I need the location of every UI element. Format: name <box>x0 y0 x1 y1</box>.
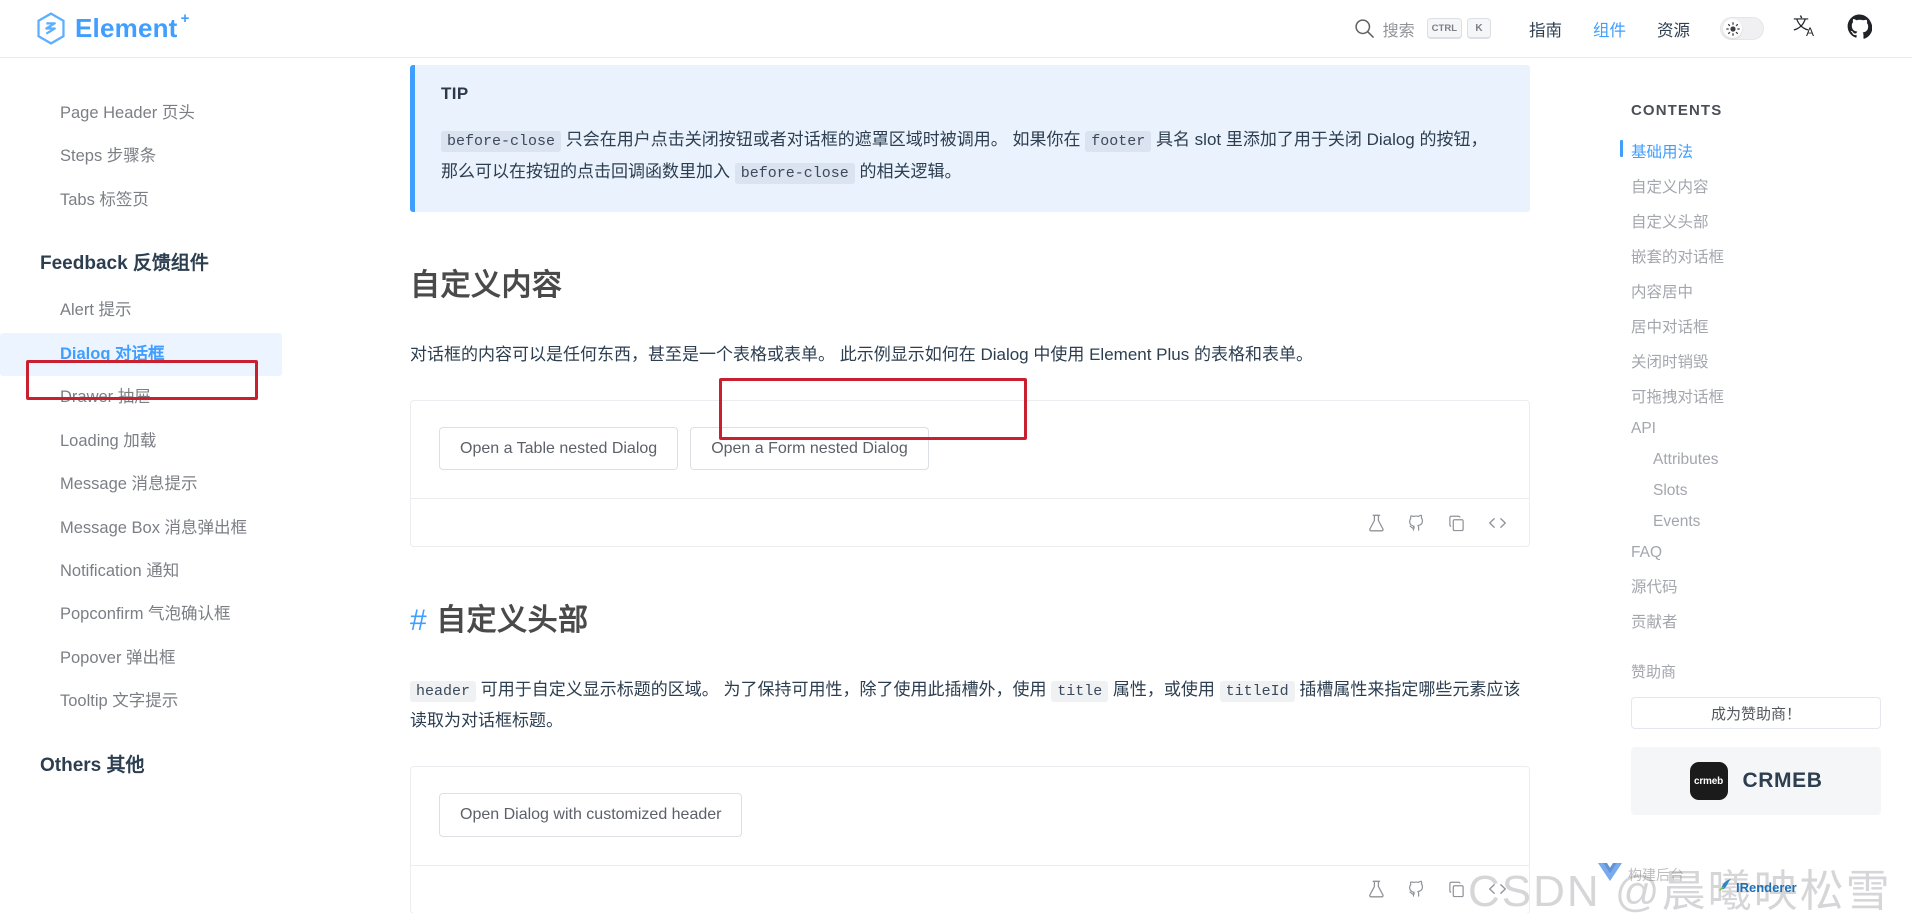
toc-item-source-code[interactable]: 源代码 <box>1600 568 1912 603</box>
tip-callout: TIP before-close 只会在用户点击关闭按钮或者对话框的遮罩区域时被… <box>410 65 1530 212</box>
sidebar-group-others: Others 其他 <box>40 754 145 776</box>
toc-item-destroy-on-close[interactable]: 关闭时销毁 <box>1600 343 1912 378</box>
toc-item-nested-dialog[interactable]: 嵌套的对话框 <box>1600 238 1912 273</box>
toc-item-events[interactable]: Events <box>1600 506 1912 537</box>
element-plus-logo-icon <box>36 12 66 45</box>
toc-item-centered-content[interactable]: 内容居中 <box>1600 273 1912 308</box>
tip-text-1: 只会在用户点击关闭按钮或者对话框的遮罩区域时被调用。 如果你在 <box>561 130 1086 149</box>
sun-icon <box>1723 19 1742 38</box>
desc-text-1: 可用于自定义显示标题的区域。 为了保持可用性，除了使用此插槽外，使用 <box>476 680 1052 700</box>
sidebar-item-message-box[interactable]: Message Box 消息弹出框 <box>0 507 340 550</box>
section-title-custom-header: # 自定义头部 <box>410 595 1530 639</box>
sidebar-item-page-header[interactable]: Page Header 页头 <box>0 92 340 135</box>
sidebar-item-tabs[interactable]: Tabs 标签页 <box>0 179 340 222</box>
flask-icon[interactable] <box>1368 880 1385 898</box>
demo-block-custom-content: Open a Table nested Dialog Open a Form n… <box>410 400 1530 548</box>
demo-toolbar-custom-header <box>411 864 1529 913</box>
toc-item-custom-header[interactable]: 自定义头部 <box>1600 203 1912 238</box>
contents-title: CONTENTS <box>1631 102 1723 119</box>
toc-item-api[interactable]: API <box>1600 413 1912 444</box>
code-icon[interactable] <box>1488 514 1507 532</box>
tip-body: before-close 只会在用户点击关闭按钮或者对话框的遮罩区域时被调用。 … <box>441 124 1504 188</box>
section-title-custom-content: 自定义内容 <box>410 268 563 302</box>
flask-icon[interactable] <box>1368 514 1385 532</box>
copy-icon[interactable] <box>1448 514 1465 532</box>
brand-name: Element + <box>75 10 190 43</box>
code-icon[interactable] <box>1488 880 1507 898</box>
toc-spacer <box>1600 638 1912 657</box>
tip-code-before-close-1: before-close <box>441 131 562 152</box>
toc-item-basic-usage[interactable]: 基础用法 <box>1600 133 1912 168</box>
sidebar-item-dialog[interactable]: Dialog 对话框 <box>0 332 282 377</box>
nav-link-guide[interactable]: 指南 <box>1529 17 1562 41</box>
main-content: TIP before-close 只会在用户点击关闭按钮或者对话框的遮罩区域时被… <box>340 58 1600 913</box>
translate-icon[interactable]: 文 A <box>1793 13 1819 44</box>
demo-block-custom-header: Open Dialog with customized header <box>410 766 1530 913</box>
kbd-ctrl: CTRL <box>1426 18 1462 39</box>
section-desc-custom-header: header 可用于自定义显示标题的区域。 为了保持可用性，除了使用此插槽外，使… <box>410 675 1530 736</box>
github-icon[interactable] <box>1408 514 1425 532</box>
github-icon[interactable] <box>1408 880 1425 898</box>
sidebar-item-loading[interactable]: Loading 加载 <box>0 420 340 463</box>
demo-stage-custom-header: Open Dialog with customized header <box>411 767 1529 864</box>
nav-link-components[interactable]: 组件 <box>1593 17 1626 41</box>
section-title-custom-header-text: 自定义头部 <box>436 604 589 638</box>
toc-item-custom-content[interactable]: 自定义内容 <box>1600 168 1912 203</box>
top-header: Element + 搜索 CTRL K 指南 组件 资源 文 A <box>0 0 1912 58</box>
sidebar-item-message[interactable]: Message 消息提示 <box>0 463 340 506</box>
open-table-nested-dialog-button[interactable]: Open a Table nested Dialog <box>439 427 679 471</box>
desc-code-header: header <box>410 681 477 703</box>
toc-item-attributes[interactable]: Attributes <box>1600 444 1912 475</box>
kbd-k: K <box>1467 18 1491 39</box>
search-button[interactable]: 搜索 CTRL K <box>1354 17 1491 41</box>
main-nav: 指南 组件 资源 <box>1529 17 1690 41</box>
section-desc-custom-content: 对话框的内容可以是任何东西，甚至是一个表格或表单。 此示例显示如何在 Dialo… <box>410 344 1313 364</box>
toc-item-centered-dialog[interactable]: 居中对话框 <box>1600 308 1912 343</box>
sidebar-item-steps[interactable]: Steps 步骤条 <box>0 135 340 178</box>
desc-code-title: title <box>1051 681 1109 703</box>
svg-text:A: A <box>1806 25 1814 39</box>
desc-text-2: 属性，或使用 <box>1108 680 1220 700</box>
sidebar-item-popconfirm[interactable]: Popconfirm 气泡确认框 <box>0 593 340 636</box>
brand-logo-link[interactable]: Element + <box>36 10 190 45</box>
left-sidebar: Page Header 页头 Steps 步骤条 Tabs 标签页 Feedba… <box>0 58 340 913</box>
tip-code-footer: footer <box>1085 131 1152 152</box>
toc-item-contributors[interactable]: 贡献者 <box>1600 603 1912 638</box>
sidebar-item-drawer[interactable]: Drawer 抽屉 <box>0 376 340 419</box>
toc-item-draggable-dialog[interactable]: 可拖拽对话框 <box>1600 378 1912 413</box>
desc-code-titleid: titleId <box>1219 681 1295 703</box>
demo-stage-custom-content: Open a Table nested Dialog Open a Form n… <box>411 401 1529 498</box>
crmeb-name: CRMEB <box>1742 769 1823 792</box>
crmeb-logo-icon: crmeb <box>1689 762 1728 800</box>
open-dialog-customized-header-button[interactable]: Open Dialog with customized header <box>439 793 743 837</box>
demo-toolbar-custom-content <box>411 498 1529 546</box>
sidebar-item-notification[interactable]: Notification 通知 <box>0 550 340 593</box>
sidebar-item-popover[interactable]: Popover 弹出框 <box>0 637 340 680</box>
search-shortcut: CTRL K <box>1426 18 1491 39</box>
heading-anchor-icon[interactable]: # <box>410 604 427 637</box>
nav-link-resources[interactable]: 资源 <box>1657 17 1690 41</box>
sidebar-group-feedback: Feedback 反馈组件 <box>40 253 209 275</box>
toc-item-faq[interactable]: FAQ <box>1600 537 1912 568</box>
open-form-nested-dialog-button[interactable]: Open a Form nested Dialog <box>690 427 929 471</box>
become-sponsor-button[interactable]: 成为赞助商！ <box>1631 697 1881 729</box>
tip-code-before-close-2: before-close <box>734 162 855 184</box>
brand-plus: + <box>180 10 190 27</box>
toc-item-slots[interactable]: Slots <box>1600 475 1912 506</box>
header-actions: 搜索 CTRL K 指南 组件 资源 文 A <box>1354 13 1873 44</box>
search-icon <box>1354 18 1375 39</box>
tip-title: TIP <box>441 84 469 103</box>
search-label: 搜索 <box>1382 22 1415 40</box>
sidebar-item-alert[interactable]: Alert 提示 <box>0 289 340 332</box>
right-sidebar: CONTENTS 基础用法 自定义内容 自定义头部 嵌套的对话框 内容居中 居中… <box>1600 58 1912 913</box>
sponsor-card-crmeb[interactable]: crmeb CRMEB <box>1631 747 1881 815</box>
github-icon[interactable] <box>1847 14 1873 44</box>
tip-text-3: 的相关逻辑。 <box>854 161 962 181</box>
theme-toggle[interactable] <box>1720 17 1764 40</box>
copy-icon[interactable] <box>1448 880 1465 898</box>
sidebar-item-tooltip[interactable]: Tooltip 文字提示 <box>0 680 340 723</box>
sponsor-label: 赞助商 <box>1631 664 1677 681</box>
